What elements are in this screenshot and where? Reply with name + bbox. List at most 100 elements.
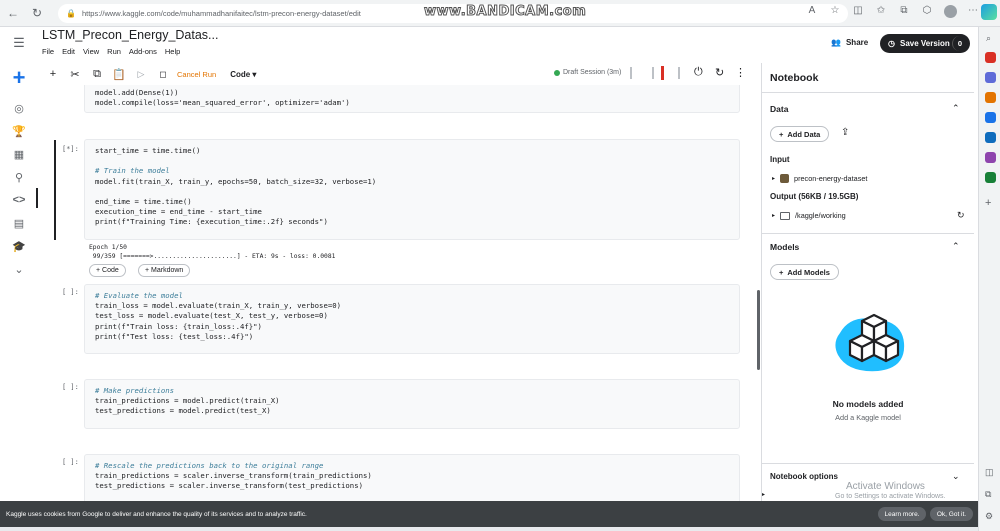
output-folder-item[interactable]: ▸ /kaggle/working: [772, 211, 846, 220]
caret-right-icon: ▸: [772, 176, 776, 182]
datasets-table-icon[interactable]: ▦: [10, 146, 28, 162]
cell-prompt: [ ]:: [62, 383, 79, 391]
selected-cell-indicator: [54, 140, 56, 240]
run-icon[interactable]: ▷: [130, 69, 152, 80]
code-cell-train[interactable]: start_time = time.time() # Train the mod…: [84, 139, 740, 240]
code-cell-predict[interactable]: # Make predictions train_predictions = m…: [84, 379, 740, 429]
session-status-text: Draft Session (3m): [563, 69, 622, 76]
share-people-icon: 👥: [831, 38, 841, 47]
compass-icon[interactable]: ◎: [10, 100, 28, 116]
caret-right-icon[interactable]: ▸: [762, 491, 765, 498]
cookie-ok-button[interactable]: Ok, Got it.: [930, 507, 973, 521]
disk-meter[interactable]: [678, 67, 680, 79]
add-cell-icon[interactable]: +: [42, 68, 64, 80]
copilot-icon[interactable]: [981, 4, 997, 20]
ram-meter[interactable]: [661, 66, 664, 80]
more-menu-icon[interactable]: ⋯: [966, 5, 980, 21]
menu-add-ons[interactable]: Add-ons: [129, 47, 157, 56]
chevron-up-icon[interactable]: ⌃: [952, 241, 960, 252]
gpu-meter[interactable]: [652, 67, 654, 79]
notebook-scrollbar[interactable]: [757, 290, 760, 370]
divider: [762, 463, 974, 464]
refresh-icon[interactable]: ↻: [957, 210, 965, 221]
back-icon[interactable]: ←: [2, 2, 24, 24]
menu-view[interactable]: View: [83, 47, 99, 56]
power-icon[interactable]: ⏻: [694, 66, 703, 79]
notebook-cells-area: model.add(Dense(1)) model.compile(loss='…: [42, 85, 760, 501]
session-status[interactable]: Draft Session (3m): [554, 69, 621, 76]
learn-cap-icon[interactable]: 🎓: [10, 238, 28, 254]
settings-gear-icon[interactable]: ⚙: [985, 511, 993, 522]
output-folder-name: /kaggle/working: [795, 211, 846, 220]
menu-edit[interactable]: Edit: [62, 47, 75, 56]
data-section-title[interactable]: Data: [770, 104, 788, 114]
save-version-button[interactable]: ◷ Save Version 0: [880, 34, 970, 53]
cut-icon[interactable]: ✂: [64, 68, 86, 81]
reload-icon[interactable]: ↻: [26, 2, 48, 24]
add-data-button[interactable]: + Add Data: [770, 126, 830, 142]
notebook-title[interactable]: LSTM_Precon_Energy_Datas...: [42, 28, 218, 42]
code-icon[interactable]: <>: [10, 192, 28, 208]
outlook-icon[interactable]: [985, 132, 996, 143]
add-models-button[interactable]: + Add Models: [770, 264, 839, 280]
favorite-star-icon[interactable]: ☆: [828, 5, 842, 21]
code-line: end_time = time.time(): [95, 197, 192, 207]
code-cell-rescale[interactable]: # Rescale the predictions back to the or…: [84, 454, 740, 501]
cookie-learn-more-button[interactable]: Learn more.: [878, 507, 926, 521]
feedback-icon[interactable]: ⧉: [985, 489, 991, 500]
search-icon[interactable]: ⌕: [986, 33, 991, 44]
more-options-icon[interactable]: ⋮: [735, 66, 746, 79]
designer-icon[interactable]: [985, 152, 996, 163]
upload-icon[interactable]: ⇪: [841, 127, 849, 138]
add-sidebar-app-icon[interactable]: +: [985, 197, 991, 209]
code-cell-evaluate[interactable]: # Evaluate the model train_loss = model.…: [84, 284, 740, 354]
split-screen-icon[interactable]: ◫: [851, 5, 865, 21]
extensions-icon[interactable]: ⬡: [920, 5, 934, 21]
stop-icon[interactable]: ◻: [152, 69, 174, 80]
read-aloud-icon[interactable]: A: [805, 5, 819, 21]
share-button[interactable]: 👥 Share: [831, 38, 868, 47]
caret-right-icon: ▸: [772, 213, 776, 219]
code-comment: # Make predictions: [95, 386, 175, 395]
profile-avatar[interactable]: [943, 5, 957, 21]
models-section-title[interactable]: Models: [770, 242, 799, 252]
create-plus-icon[interactable]: +: [8, 65, 30, 90]
cancel-run-button[interactable]: Cancel Run: [177, 70, 216, 79]
add-kaggle-model-text[interactable]: Add a Kaggle model: [762, 413, 974, 422]
input-dataset-item[interactable]: ▸ precon-energy-dataset: [772, 174, 867, 183]
restart-icon[interactable]: ↻: [715, 66, 724, 79]
cell-type-value: Code: [230, 69, 251, 79]
microsoft365-icon[interactable]: [985, 112, 996, 123]
favorites-icon[interactable]: ✩: [874, 5, 888, 21]
cell-prompt: [ ]:: [62, 288, 79, 296]
trophy-icon[interactable]: 🏆: [10, 123, 28, 139]
sidebar-layout-icon[interactable]: ◫: [985, 467, 994, 478]
models-tree-icon[interactable]: ⚲: [10, 169, 28, 185]
tools-icon[interactable]: [985, 72, 996, 83]
chevron-down-icon[interactable]: ⌄: [10, 261, 28, 277]
drop-icon[interactable]: [985, 172, 996, 183]
dataset-icon: [780, 174, 790, 183]
notebook-options-title[interactable]: Notebook options: [770, 472, 838, 481]
collections-icon[interactable]: ⧉: [897, 5, 911, 21]
cpu-meter[interactable]: [630, 67, 632, 79]
chevron-up-icon[interactable]: ⌃: [952, 103, 960, 114]
shopping-icon[interactable]: [985, 52, 996, 63]
menu-file[interactable]: File: [42, 47, 54, 56]
discussion-icon[interactable]: ▤: [10, 215, 28, 231]
copy-icon[interactable]: ⧉: [86, 68, 108, 81]
save-version-count[interactable]: 0: [952, 36, 967, 51]
code-line: model.fit(train_X, train_y, epochs=50, b…: [95, 176, 377, 186]
chevron-down-icon[interactable]: ⌄: [952, 471, 960, 482]
code-cell-model-compile[interactable]: model.add(Dense(1)) model.compile(loss='…: [84, 85, 740, 113]
hamburger-menu-icon[interactable]: ☰: [10, 35, 28, 51]
bottom-strip: [0, 527, 978, 531]
cell-type-select[interactable]: Code ▾: [230, 70, 256, 79]
menu-run[interactable]: Run: [107, 47, 121, 56]
code-line: model.compile(loss='mean_squared_error',…: [95, 98, 350, 108]
paste-icon[interactable]: 📋: [108, 68, 130, 81]
menu-help[interactable]: Help: [165, 47, 180, 56]
add-markdown-cell-button[interactable]: + Markdown: [138, 264, 191, 277]
games-icon[interactable]: [985, 92, 996, 103]
add-code-cell-button[interactable]: + Code: [89, 264, 126, 277]
